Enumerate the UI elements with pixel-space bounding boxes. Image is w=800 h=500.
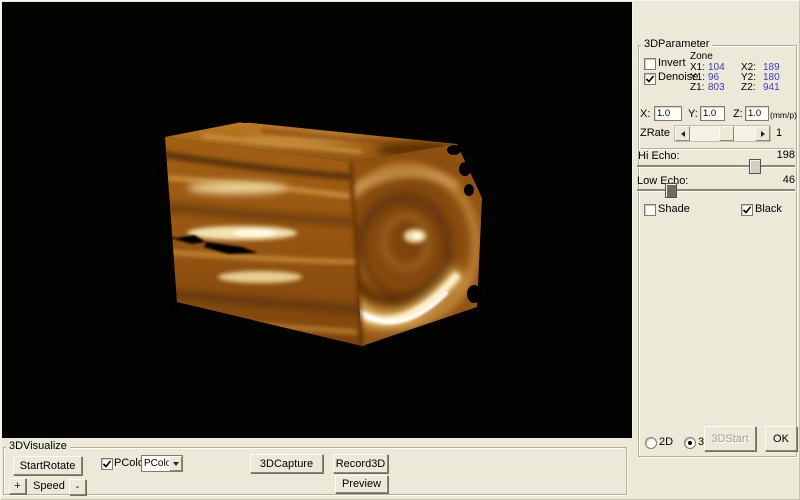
start-rotate-button[interactable]: StartRotate bbox=[13, 456, 82, 475]
ok-button[interactable]: OK bbox=[765, 426, 797, 451]
speed-minus-button[interactable]: - bbox=[69, 479, 86, 495]
ultrasound-volume-render bbox=[2, 2, 632, 438]
preview-button[interactable]: Preview bbox=[335, 475, 388, 493]
shade-label: Shade bbox=[658, 204, 690, 215]
render-viewport[interactable] bbox=[2, 2, 633, 438]
speed-label: Speed bbox=[33, 481, 65, 492]
zone-z2-value: 941 bbox=[763, 83, 780, 93]
zrate-scroll-left-button[interactable] bbox=[675, 126, 690, 141]
hi-echo-slider-track[interactable] bbox=[637, 165, 795, 167]
chevron-down-icon bbox=[173, 462, 179, 469]
black-label: Black bbox=[755, 204, 782, 215]
pcolor-dropdown-button[interactable] bbox=[169, 456, 182, 471]
scale-unit-label: (mm/p) bbox=[770, 110, 797, 121]
zrate-value: 1 bbox=[776, 128, 782, 139]
scroll-right-icon bbox=[761, 131, 768, 137]
zone-z1-label: Z1: bbox=[690, 83, 704, 93]
zrate-label: ZRate bbox=[640, 128, 670, 139]
shade-checkbox[interactable] bbox=[644, 204, 656, 216]
hi-echo-value: 198 bbox=[770, 150, 795, 161]
3dstart-button[interactable]: 3DStart bbox=[704, 426, 756, 451]
zone-z1-value: 803 bbox=[708, 83, 725, 93]
black-checkbox[interactable] bbox=[741, 204, 753, 216]
record3d-button[interactable]: Record3D bbox=[333, 454, 388, 473]
mode-2d-label: 2D bbox=[659, 437, 673, 448]
speed-plus-button[interactable]: + bbox=[9, 478, 26, 494]
scale-z-label: Z: bbox=[733, 109, 743, 120]
check-icon bbox=[645, 74, 655, 84]
check-icon bbox=[742, 205, 752, 215]
denoise-checkbox[interactable] bbox=[644, 73, 656, 85]
scroll-left-icon bbox=[678, 131, 685, 137]
scale-y-input[interactable] bbox=[700, 106, 725, 121]
low-echo-slider-track[interactable] bbox=[637, 189, 795, 191]
mode-2d-radio[interactable] bbox=[645, 437, 657, 449]
visualize-group-title: 3DVisualize bbox=[6, 441, 70, 452]
low-echo-label: Low Echo: bbox=[637, 176, 688, 187]
radio-dot-icon bbox=[688, 441, 692, 445]
hi-echo-label: Hi Echo: bbox=[638, 151, 680, 162]
zone-title: Zone bbox=[690, 52, 713, 62]
mode-3d-radio[interactable] bbox=[684, 437, 696, 449]
zone-z2-label: Z2: bbox=[741, 83, 755, 93]
zrate-scrollbar-thumb[interactable] bbox=[719, 126, 734, 141]
zrate-scroll-right-button[interactable] bbox=[755, 126, 770, 141]
invert-checkbox[interactable] bbox=[644, 58, 656, 70]
scale-x-input[interactable] bbox=[654, 106, 682, 121]
hi-echo-slider-thumb[interactable] bbox=[749, 159, 761, 174]
app-window: { "param": { "title": "3DParameter", "in… bbox=[0, 0, 800, 500]
scale-y-label: Y: bbox=[688, 109, 698, 120]
pcolor-checkbox[interactable] bbox=[101, 458, 113, 470]
pcolor-dropdown[interactable]: PColor bbox=[141, 455, 183, 472]
3dcapture-button[interactable]: 3DCapture bbox=[250, 454, 323, 473]
scale-x-label: X: bbox=[640, 109, 650, 120]
invert-label: Invert bbox=[658, 58, 686, 69]
check-icon bbox=[102, 459, 112, 469]
low-echo-value: 46 bbox=[770, 175, 795, 186]
low-echo-slider-thumb[interactable] bbox=[665, 183, 677, 198]
pcolor-dropdown-value: PColor bbox=[142, 458, 169, 470]
zrate-scrollbar[interactable] bbox=[674, 125, 771, 142]
parameter-group-title: 3DParameter bbox=[641, 39, 712, 50]
scale-z-input[interactable] bbox=[745, 106, 769, 121]
